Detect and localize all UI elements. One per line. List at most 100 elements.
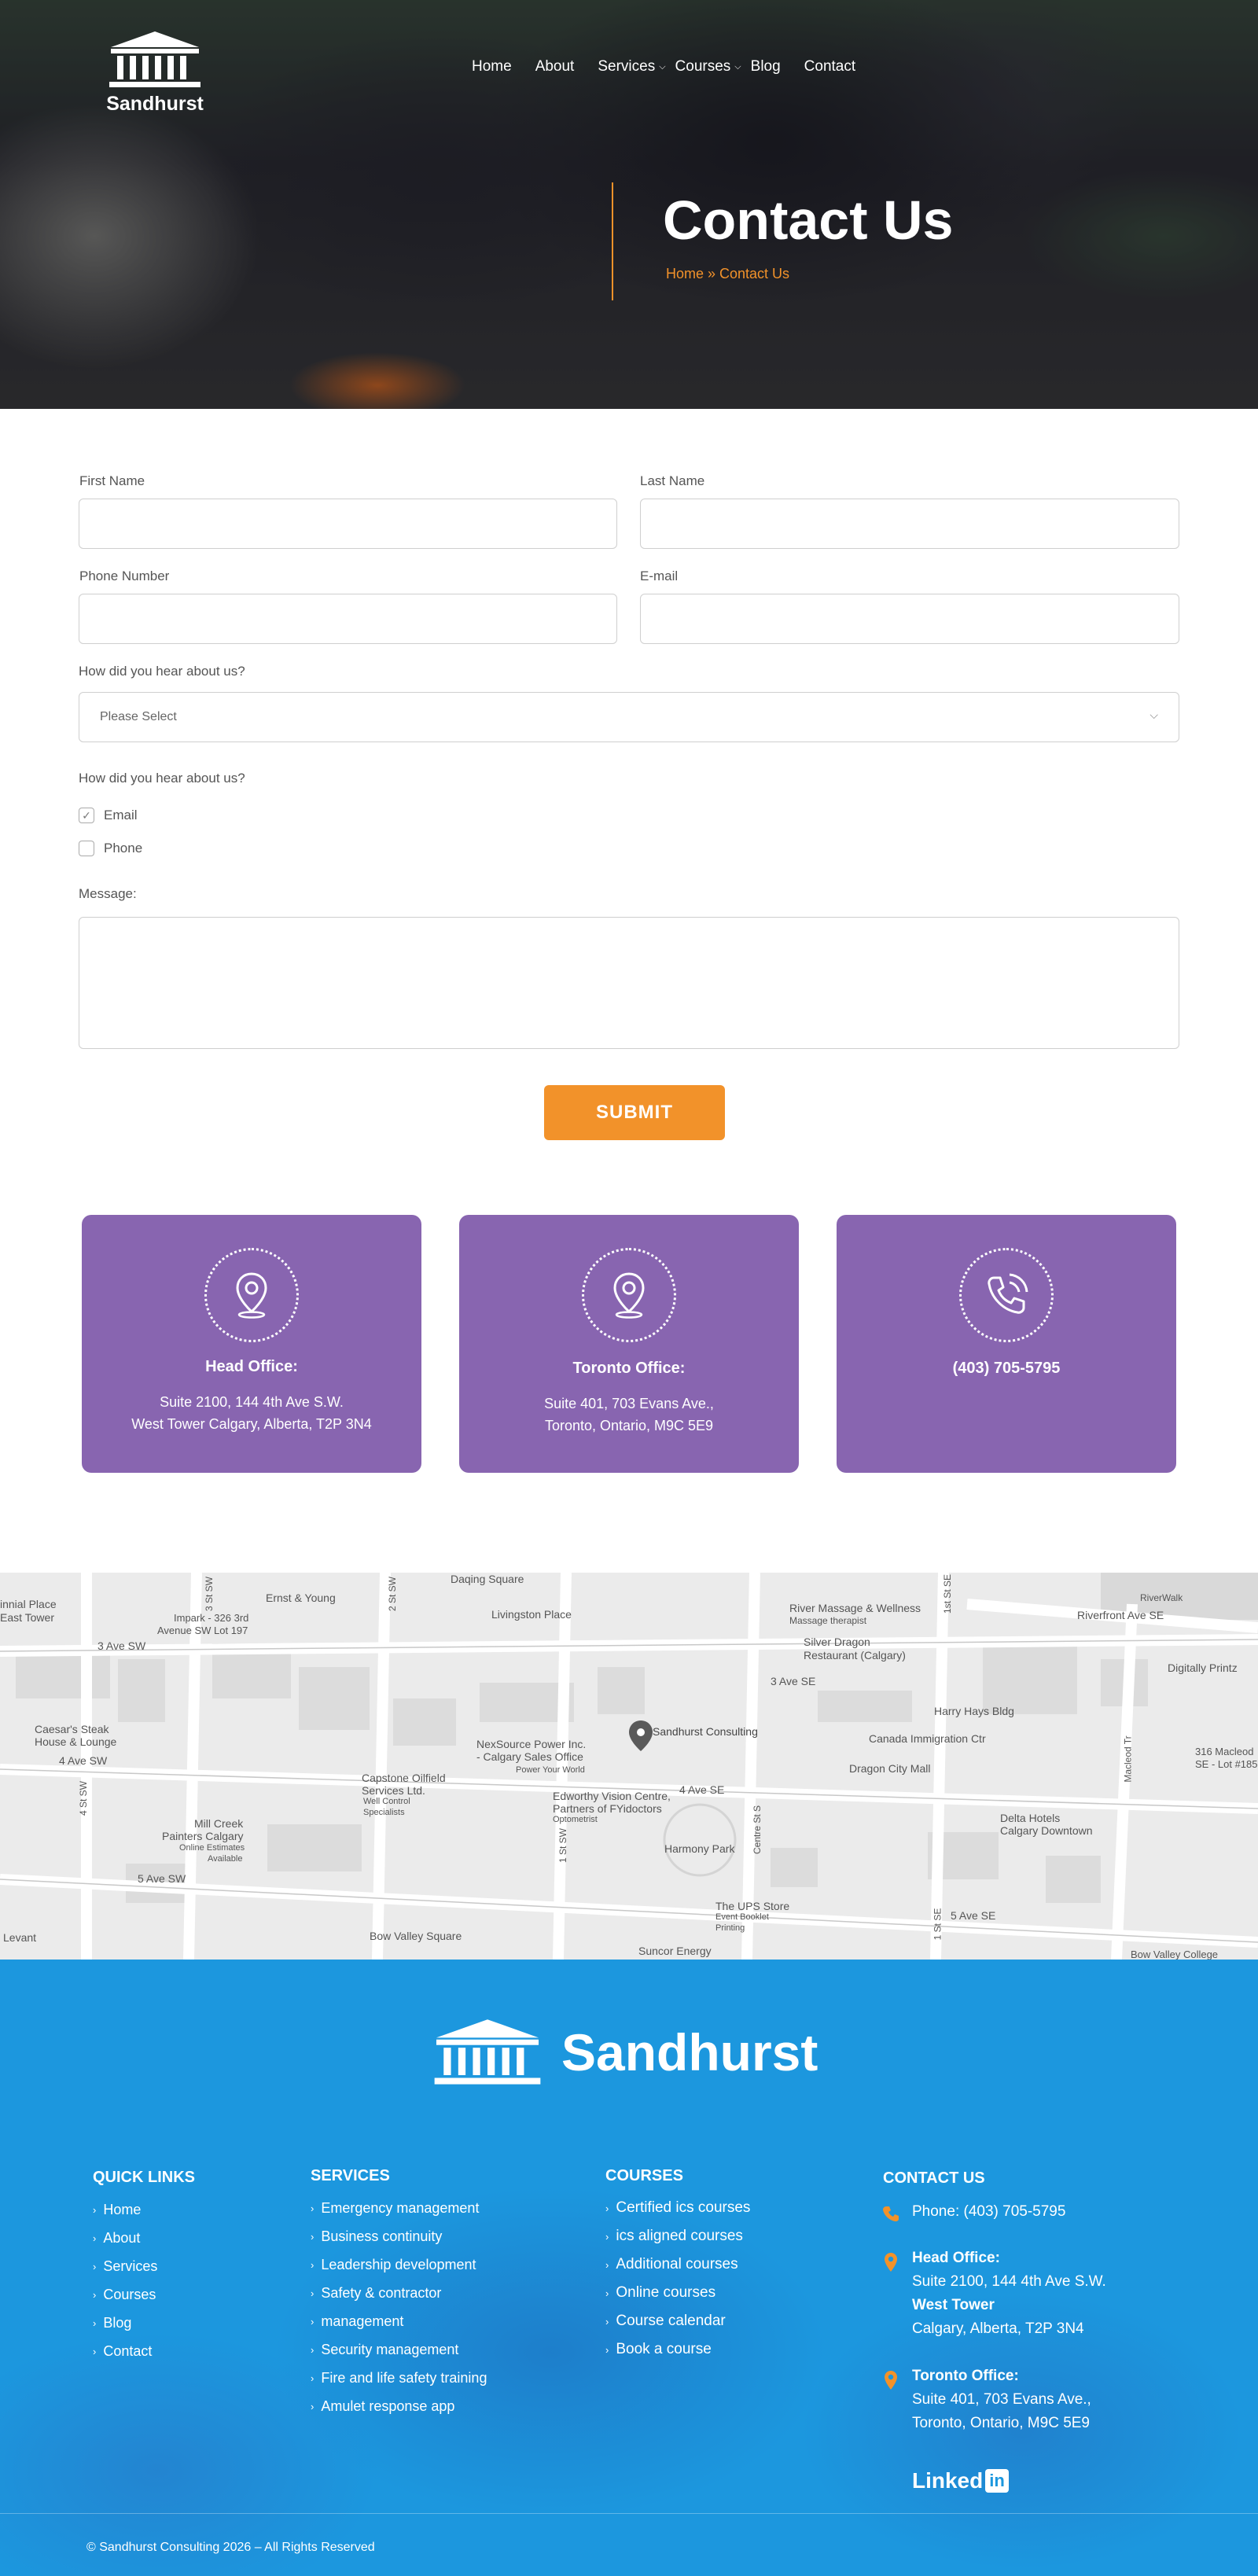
nav-courses[interactable]: Courses ⌵	[675, 58, 741, 75]
email-input[interactable]	[640, 594, 1179, 644]
card-phone[interactable]: (403) 705-5795	[837, 1215, 1176, 1473]
map-label: Bow Valley Square	[370, 1930, 462, 1942]
hear-about-select[interactable]: Please Select ⌵	[79, 692, 1179, 742]
link-label: Amulet response app	[321, 2398, 455, 2414]
nav-label: Blog	[750, 58, 781, 75]
site-logo[interactable]: Sandhurst	[101, 30, 209, 116]
map-label: - Calgary Sales Office	[476, 1750, 583, 1763]
email-checkbox[interactable]: ✓	[79, 808, 94, 823]
option-label: Email	[104, 808, 138, 822]
card-phone-number[interactable]: (403) 705-5795	[837, 1360, 1176, 1378]
footer-service-link[interactable]: › Security management	[311, 2335, 487, 2364]
footer-service-link[interactable]: › management	[311, 2307, 487, 2335]
map-label: Levant	[3, 1931, 37, 1944]
map-label: Specialists	[363, 1808, 405, 1817]
head-office-line: West Tower	[912, 2297, 995, 2313]
map-label: Livingston Place	[491, 1608, 572, 1621]
breadcrumb[interactable]: Home » Contact Us	[666, 266, 789, 282]
head-office-title: Head Office:	[912, 2250, 1000, 2266]
footer-course-link[interactable]: › Book a course	[605, 2335, 750, 2364]
nav-about[interactable]: About	[535, 58, 575, 75]
footer-course-link[interactable]: › Course calendar	[605, 2307, 750, 2335]
footer-service-link[interactable]: › Safety & contractor	[311, 2279, 487, 2307]
nav-contact[interactable]: Contact	[804, 58, 855, 75]
chevron-right-icon: ›	[605, 2258, 609, 2271]
map-label: SE - Lot #185	[1195, 1758, 1258, 1770]
chevron-right-icon: ›	[311, 2230, 314, 2243]
contact-heading: CONTACT US	[883, 2169, 985, 2187]
link-label: Business continuity	[321, 2228, 443, 2244]
map-label: 4 St SW	[78, 1780, 90, 1816]
footer-phone[interactable]: Phone: (403) 705-5795	[912, 2203, 1065, 2221]
select-value: Please Select	[100, 710, 177, 723]
linkedin-icon: in	[985, 2469, 1009, 2493]
message-textarea[interactable]	[79, 917, 1179, 1049]
option-phone[interactable]: Phone	[79, 841, 142, 856]
hear-about-label: How did you hear about us?	[79, 664, 245, 679]
option-email[interactable]: ✓ Email	[79, 808, 138, 823]
map-label: 5 Ave SW	[138, 1872, 186, 1885]
card-toronto-office: Toronto Office: Suite 401, 703 Evans Ave…	[459, 1215, 799, 1473]
map-label: Capstone Oilfield	[362, 1772, 446, 1784]
chevron-down-icon: ⌵	[659, 61, 666, 72]
footer-service-link[interactable]: › Amulet response app	[311, 2392, 487, 2420]
link-label: About	[103, 2229, 141, 2246]
map-label: Event Booklet	[715, 1912, 769, 1922]
chevron-right-icon: ›	[311, 2287, 314, 2299]
map-label: 3 Ave SE	[771, 1675, 816, 1687]
checkmark-icon: ✓	[82, 808, 91, 822]
footer-link-courses[interactable]: › Courses	[93, 2280, 157, 2309]
map-label: Massage therapist	[789, 1615, 867, 1626]
last-name-input[interactable]	[640, 499, 1179, 549]
nav-blog[interactable]: Blog	[751, 58, 781, 75]
link-label: Blog	[103, 2314, 132, 2331]
map-label: NexSource Power Inc.	[476, 1738, 587, 1750]
map-label: Ernst & Young	[266, 1592, 336, 1604]
nav-home[interactable]: Home	[472, 58, 512, 75]
main-nav: Home About Services ⌵ Courses ⌵ Blog Conta…	[472, 58, 879, 75]
map-label: Macleod Tr	[1122, 1735, 1134, 1783]
footer-link-about[interactable]: › About	[93, 2224, 157, 2252]
map-label: Canada Immigration Ctr	[869, 1732, 986, 1745]
footer-link-home[interactable]: › Home	[93, 2195, 157, 2224]
footer-course-link[interactable]: › Additional courses	[605, 2250, 750, 2279]
footer-course-link[interactable]: › ics aligned courses	[605, 2222, 750, 2250]
map-label: Partners of FYidoctors	[553, 1802, 662, 1815]
map-label: Riverfront Ave SE	[1077, 1609, 1164, 1621]
map-label: innial Place	[0, 1598, 57, 1610]
map-label: East Tower	[0, 1611, 54, 1624]
link-label: ics aligned courses	[616, 2228, 743, 2244]
submit-button[interactable]: SUBMIT	[544, 1085, 725, 1140]
link-label: Leadership development	[321, 2256, 476, 2272]
map-label: Digitally Printz	[1168, 1662, 1238, 1674]
head-office-line: Calgary, Alberta, T2P 3N4	[912, 2320, 1084, 2337]
card-line: Suite 401, 703 Evans Ave.,	[544, 1396, 714, 1411]
linkedin-text: Linked	[912, 2468, 984, 2493]
footer-link-contact[interactable]: › Contact	[93, 2337, 157, 2365]
footer-service-link[interactable]: › Business continuity	[311, 2222, 487, 2250]
map-label: Bow Valley College	[1131, 1949, 1219, 1960]
footer-service-link[interactable]: › Fire and life safety training	[311, 2364, 487, 2392]
hero-divider	[612, 182, 613, 300]
option-label: Phone	[104, 841, 143, 856]
link-label: Security management	[321, 2341, 459, 2357]
link-label: Contact	[103, 2342, 153, 2359]
footer-link-blog[interactable]: › Blog	[93, 2309, 157, 2337]
footer-course-link[interactable]: › Online courses	[605, 2279, 750, 2307]
card-line: Toronto, Ontario, M9C 5E9	[544, 1418, 714, 1433]
first-name-input[interactable]	[79, 499, 617, 549]
map-label: Impark - 326 3rd	[174, 1612, 249, 1624]
footer-link-services[interactable]: › Services	[93, 2252, 157, 2280]
card-line: West Tower Calgary, Alberta, T2P 3N4	[131, 1416, 372, 1432]
nav-services[interactable]: Services ⌵	[598, 58, 665, 75]
footer-course-link[interactable]: › Certified ics courses	[605, 2194, 750, 2222]
footer-logo[interactable]: Sandhurst	[431, 2016, 818, 2088]
linkedin-link[interactable]: Linked in	[912, 2468, 1009, 2493]
footer-service-link[interactable]: › Leadership development	[311, 2250, 487, 2279]
footer-service-link[interactable]: › Emergency management	[311, 2194, 487, 2222]
link-label: Additional courses	[616, 2256, 738, 2272]
location-map[interactable]: Daqing Square Ernst & Young Livingston P…	[0, 1573, 1258, 1960]
phone-input[interactable]	[79, 594, 617, 644]
link-label: Fire and life safety training	[321, 2369, 487, 2386]
phone-checkbox[interactable]	[79, 841, 94, 856]
